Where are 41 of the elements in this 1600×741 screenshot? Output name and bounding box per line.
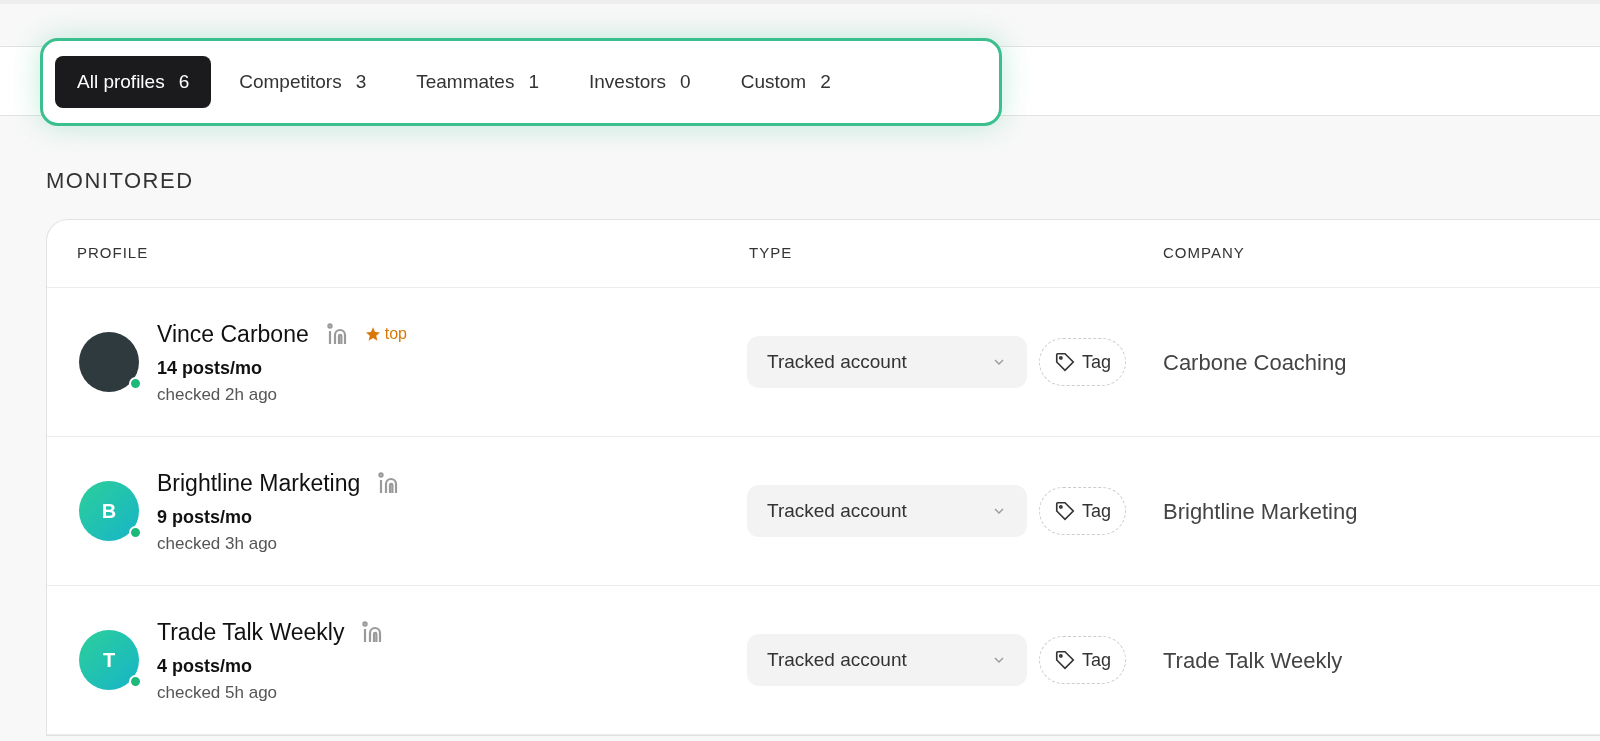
tag-icon bbox=[1054, 500, 1076, 522]
avatar-photo-placeholder bbox=[79, 332, 139, 392]
company-name: Carbone Coaching bbox=[1162, 348, 1348, 377]
column-header: COMPANY bbox=[1162, 243, 1246, 264]
column-header: TYPE bbox=[748, 243, 794, 264]
type-dropdown[interactable]: Tracked account bbox=[747, 336, 1027, 388]
tag-icon bbox=[1054, 351, 1076, 373]
avatar-initial: T bbox=[79, 630, 139, 690]
type-dropdown[interactable]: Tracked account bbox=[747, 485, 1027, 537]
last-checked: checked 2h ago bbox=[157, 384, 279, 406]
filter-tab[interactable]: Competitors 3 bbox=[217, 55, 389, 109]
tab-count: 3 bbox=[355, 70, 367, 92]
posts-count: 9 posts/mo bbox=[157, 506, 254, 529]
linkedin-icon bbox=[324, 321, 349, 346]
last-checked: checked 3h ago bbox=[157, 533, 279, 555]
profile-name: Trade Talk Weekly bbox=[157, 617, 345, 647]
profile-name: Brightline Marketing bbox=[157, 468, 361, 498]
tag-icon bbox=[1054, 649, 1076, 671]
company-name: Trade Talk Weekly bbox=[1162, 646, 1344, 675]
posts-count: 14 posts/mo bbox=[157, 357, 264, 380]
filter-tab[interactable]: Teammates 1 bbox=[394, 55, 561, 109]
section-title: MONITORED bbox=[46, 167, 195, 195]
tag-button[interactable]: Tag bbox=[1039, 338, 1127, 386]
filter-tab[interactable]: All profiles 6 bbox=[55, 55, 212, 109]
type-dropdown[interactable]: Tracked account bbox=[747, 634, 1027, 686]
tab-count: 2 bbox=[820, 70, 831, 92]
filter-tab[interactable]: Custom 2 bbox=[718, 55, 853, 109]
column-header: PROFILE bbox=[76, 243, 150, 264]
tag-button[interactable]: Tag bbox=[1039, 487, 1127, 535]
tab-count: 1 bbox=[528, 70, 539, 92]
tab-count: 6 bbox=[178, 70, 190, 92]
star-icon bbox=[364, 325, 381, 342]
filter-tab[interactable]: Investors 0 bbox=[567, 55, 713, 109]
avatar-initial: B bbox=[79, 481, 139, 541]
tag-button[interactable]: Tag bbox=[1039, 636, 1127, 684]
profile-name: Vince Carbone bbox=[157, 319, 309, 349]
last-checked: checked 5h ago bbox=[157, 682, 279, 704]
company-name: Brightline Marketing bbox=[1162, 497, 1359, 526]
badge-label: top bbox=[384, 323, 407, 344]
tab-count: 0 bbox=[680, 70, 691, 92]
posts-count: 4 posts/mo bbox=[157, 655, 254, 678]
